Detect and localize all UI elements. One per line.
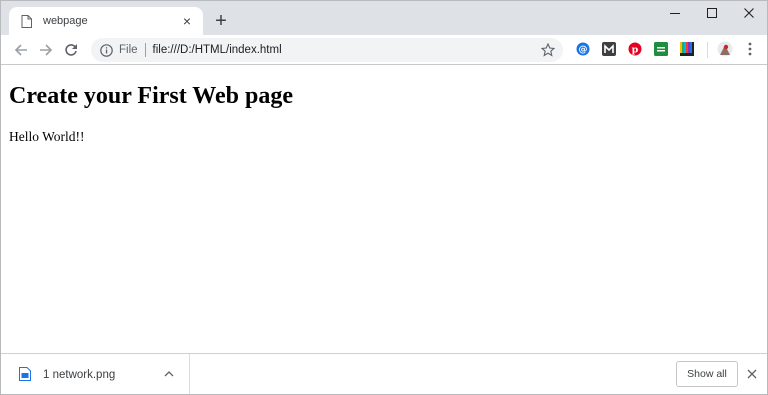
browser-toolbar: File file:///D:/HTML/index.html [1,35,767,65]
download-filename: 1 network.png [43,369,116,381]
download-shelf: 1 network.png Show all [1,353,767,394]
at-extension-icon[interactable]: @ [576,42,590,56]
arrow-left-icon [14,44,27,56]
chevron-up-icon[interactable] [163,368,175,380]
page-heading: Create your First Web page [9,83,293,109]
tab-close-button[interactable]: × [179,13,195,29]
new-tab-button[interactable]: + [211,11,231,31]
star-icon[interactable] [539,41,557,59]
minimize-button[interactable] [656,1,694,25]
window-close-button[interactable] [730,1,767,25]
minimize-icon [670,13,680,14]
scheme-label: File [119,44,138,56]
tab-webpage[interactable]: webpage × [9,7,203,35]
url-text[interactable]: file:///D:/HTML/index.html [153,44,539,56]
info-icon[interactable] [99,43,113,57]
arrow-right-icon [40,44,53,56]
svg-text:p: p [632,45,639,56]
omnibox-divider [144,43,146,57]
kebab-menu-icon[interactable] [742,39,758,59]
reload-button[interactable] [60,39,82,61]
page-content: Create your First Web page Hello World!! [1,65,767,353]
m-extension-icon[interactable] [602,42,616,56]
reload-icon [65,44,77,56]
back-button[interactable] [10,39,32,61]
tab-title: webpage [43,15,88,27]
download-item[interactable]: 1 network.png [1,354,190,394]
maximize-icon [707,8,717,18]
image-file-icon [19,367,31,381]
pinterest-extension-icon[interactable]: p [628,42,642,56]
close-icon [744,8,754,18]
shelf-close-icon[interactable] [745,367,759,381]
tab-strip: webpage × + [1,1,767,35]
maximize-button[interactable] [693,1,731,25]
browser-window: webpage × + File file:///D:/HTML/index.h… [0,0,768,395]
toolbar-divider [707,42,708,58]
show-all-button[interactable]: Show all [676,361,738,387]
green-extension-icon[interactable] [654,42,668,56]
color-bars-extension-icon[interactable] [680,42,694,56]
address-bar[interactable]: File file:///D:/HTML/index.html [91,38,563,62]
forward-button[interactable] [35,39,57,61]
svg-text:@: @ [579,45,588,55]
page-paragraph: Hello World!! [9,129,85,144]
document-icon [19,14,33,28]
avatar-icon[interactable] [717,41,733,57]
